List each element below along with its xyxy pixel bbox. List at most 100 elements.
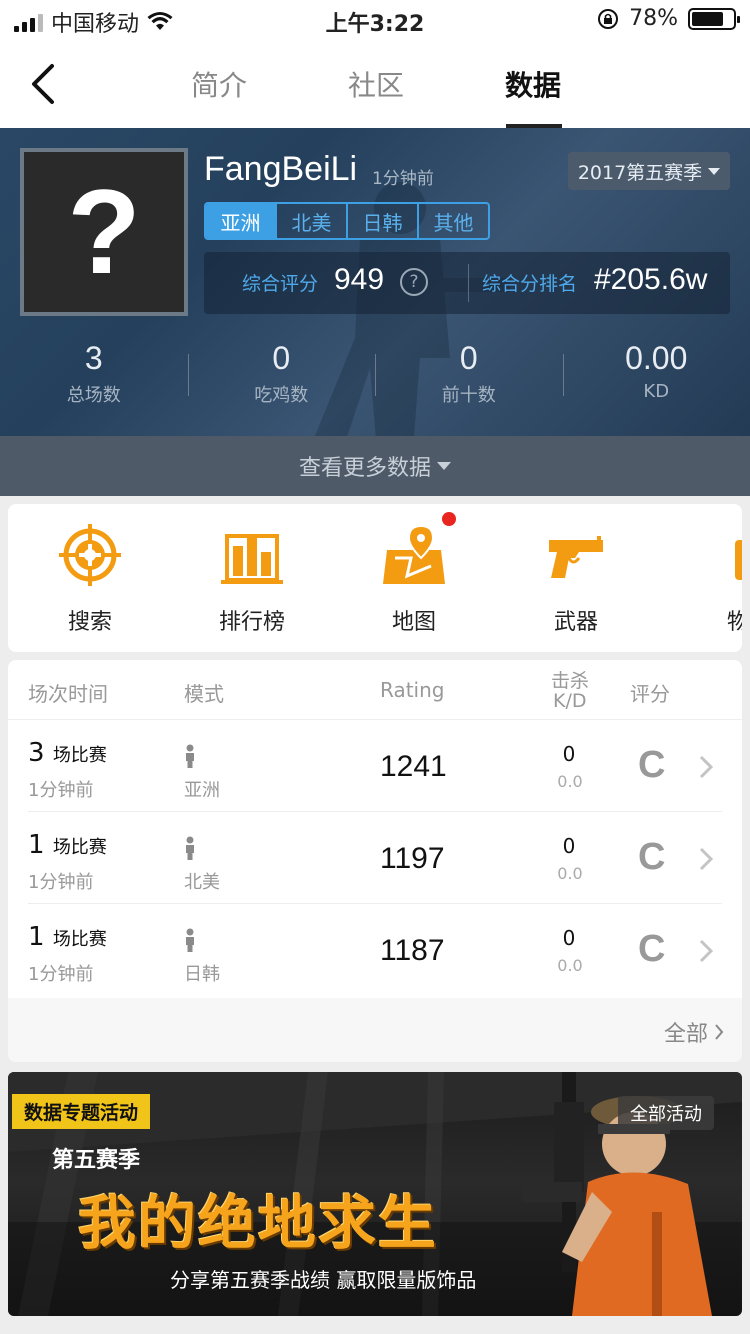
player-name: FangBeiLi (204, 150, 358, 188)
menu-label: 物 (726, 610, 742, 635)
match-region: 亚洲 (184, 780, 220, 801)
season-dropdown[interactable]: 2017第五赛季 (568, 152, 730, 190)
menu-item-leaderboard[interactable]: 排行榜 (192, 522, 312, 636)
match-grade: C (638, 836, 666, 878)
match-grade: C (638, 744, 666, 786)
menu-label: 搜索 (67, 610, 112, 635)
battery-percent: 78% (629, 6, 678, 31)
header-grade: 评分 (630, 682, 670, 706)
header-mode: 模式 (184, 682, 224, 706)
stat-label: KD (643, 381, 670, 402)
rating-value: 949 (334, 263, 385, 296)
chevron-right-icon (699, 939, 714, 963)
item-icon (735, 540, 742, 580)
match-time: 1分钟前 (28, 780, 94, 801)
match-time: 1分钟前 (28, 872, 94, 893)
view-all-label: 全部 (663, 1022, 708, 1047)
divider (468, 264, 469, 302)
stat-value: 3 (84, 340, 103, 376)
match-rating: 1241 (380, 750, 447, 783)
table-row[interactable]: 1 场比赛 1分钟前 日韩 1187 0 0.0 C (8, 904, 742, 996)
menu-item-weapons[interactable]: 武器 (516, 522, 636, 636)
match-unit: 场比赛 (52, 837, 107, 858)
tab-community[interactable]: 社区 (348, 64, 404, 104)
stat-total-matches: 3 总场数 (0, 340, 188, 420)
menu-label: 排行榜 (218, 610, 285, 635)
stat-wins: 0 吃鸡数 (187, 340, 376, 420)
table-row[interactable]: 3 场比赛 1分钟前 亚洲 1241 0 0.0 C (8, 720, 742, 812)
match-count: 3 (28, 738, 45, 768)
stat-label: 吃鸡数 (254, 385, 309, 406)
solo-mode-icon (186, 928, 194, 952)
match-count-cell: 1 场比赛 (28, 922, 107, 952)
stat-label: 前十数 (441, 385, 496, 406)
menu-item-items[interactable]: 物 (678, 522, 742, 636)
header-rating: Rating (380, 678, 445, 702)
menu-label: 地图 (391, 610, 436, 635)
stat-kd: 0.00 KD (562, 340, 750, 420)
match-rating: 1187 (380, 934, 445, 967)
rank-value: #205.6w (594, 263, 708, 296)
banner-title: 我的绝地求生 (78, 1189, 439, 1257)
region-tab-krjp[interactable]: 日韩 (348, 204, 419, 238)
crosshair-icon (59, 524, 121, 586)
match-kills: 0 (562, 742, 576, 766)
rating-label: 综合评分 (242, 273, 319, 295)
view-all-bar: 全部 (8, 998, 742, 1062)
match-time: 1分钟前 (28, 964, 94, 985)
map-icon (383, 524, 445, 584)
match-kd: 0.0 (557, 772, 583, 791)
rotation-lock-icon (598, 8, 619, 29)
match-kills: 0 (562, 926, 576, 950)
more-data-label: 查看更多数据 (298, 456, 431, 481)
avatar[interactable]: ? (20, 148, 188, 316)
top-nav: 简介 社区 数据 (0, 40, 750, 128)
all-activities-button[interactable]: 全部活动 (618, 1096, 714, 1130)
header-kills: 击杀 (551, 670, 590, 692)
header-kd: K/D (553, 690, 587, 712)
match-kd: 0.0 (557, 956, 583, 975)
region-tab-asia[interactable]: 亚洲 (206, 204, 277, 238)
chevron-right-icon (699, 847, 714, 871)
solo-mode-icon (186, 744, 194, 768)
match-rating: 1197 (380, 842, 445, 875)
help-icon[interactable]: ? (400, 268, 428, 296)
tab-data[interactable]: 数据 (505, 64, 561, 104)
match-count-cell: 3 场比赛 (28, 738, 107, 768)
table-row[interactable]: 1 场比赛 1分钟前 北美 1197 0 0.0 C (8, 812, 742, 904)
menu-label: 武器 (553, 610, 598, 635)
chevron-down-icon (708, 167, 721, 175)
event-banner[interactable]: 数据专题活动 全部活动 第五赛季 我的绝地求生 分享第五赛季战绩 赢取限量版饰品 (8, 1072, 742, 1316)
stat-top10: 0 前十数 (375, 340, 563, 420)
stat-value: 0 (459, 340, 478, 376)
menu-item-map[interactable]: 地图 (354, 522, 474, 636)
region-selector: 亚洲 北美 日韩 其他 (204, 202, 490, 240)
match-grade: C (638, 928, 666, 970)
rank-label: 综合分排名 (482, 273, 578, 295)
score-summary: 综合评分 949 ? 综合分排名 #205.6w (204, 252, 730, 314)
stats-row: 3 总场数 0 吃鸡数 0 前十数 0.00 KD (0, 340, 750, 420)
menu-item-search[interactable]: 搜索 (30, 522, 150, 636)
header-time: 场次时间 (28, 682, 108, 706)
match-count-cell: 1 场比赛 (28, 830, 107, 860)
region-tab-na[interactable]: 北美 (277, 204, 348, 238)
tab-intro[interactable]: 简介 (191, 64, 247, 104)
stat-value: 0.00 (625, 340, 688, 376)
quick-menu: 搜索 排行榜 地图 武器 物 (8, 504, 742, 652)
status-bar: 中国移动 上午3:22 78% (0, 0, 750, 40)
chevron-right-icon (699, 755, 714, 779)
notification-dot (442, 512, 456, 526)
banner-subtitle: 分享第五赛季战绩 赢取限量版饰品 (170, 1268, 477, 1292)
view-all-button[interactable]: 全部 (664, 1016, 724, 1048)
region-tab-other[interactable]: 其他 (419, 204, 488, 238)
season-label: 2017第五赛季 (577, 161, 703, 184)
solo-mode-icon (186, 836, 194, 860)
match-region: 北美 (184, 872, 220, 893)
pistol-icon (549, 536, 603, 578)
chevron-down-icon (437, 462, 451, 470)
match-region: 日韩 (184, 964, 220, 985)
match-table-header: 场次时间 模式 Rating 击杀 K/D 评分 (8, 660, 742, 720)
stat-value: 0 (272, 340, 291, 376)
match-unit: 场比赛 (52, 929, 107, 950)
more-data-button[interactable]: 查看更多数据 (0, 436, 750, 496)
